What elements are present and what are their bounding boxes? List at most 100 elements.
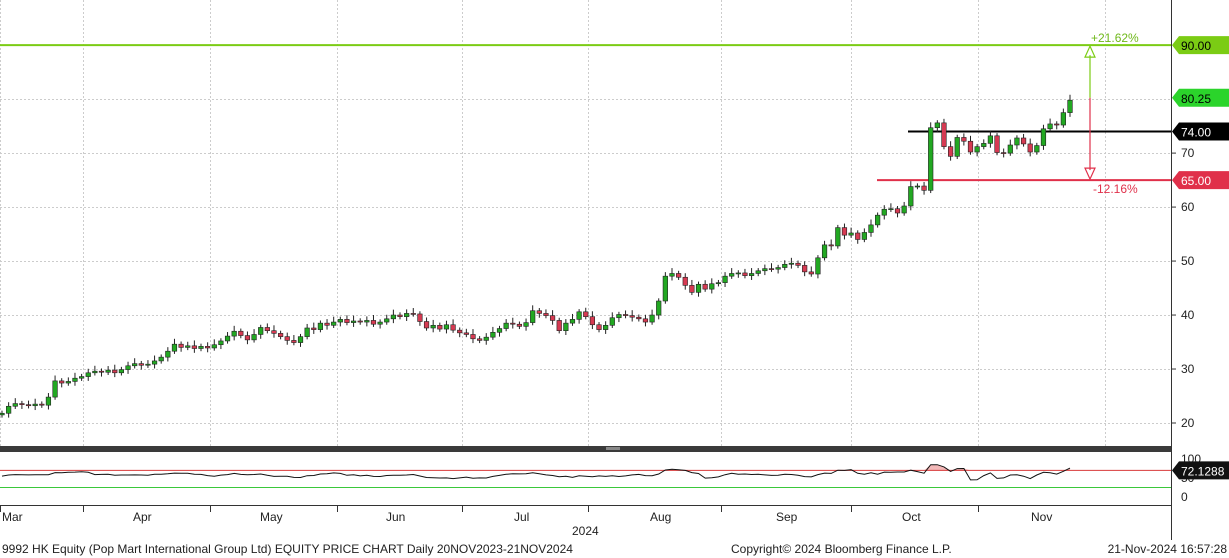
candle-body [908,186,914,207]
footer-timestamp: 21-Nov-2024 16:57:28 [1107,542,1227,556]
candle-body [881,208,887,216]
candle-body [337,319,343,323]
candle-body [1067,99,1073,113]
candle-body [503,322,509,329]
candle-body [238,330,244,336]
candle [941,118,947,150]
candle-body [695,283,702,293]
candle-body [510,322,516,325]
candle-body [669,273,675,277]
candle-body [218,340,224,346]
candle [954,134,960,160]
candle-body [317,322,324,330]
x-month-label: Jun [386,510,405,524]
candle-body [311,327,317,330]
candle-body [291,340,297,343]
candle-body [118,369,125,374]
candle-body [165,350,171,358]
footer-title: 9992 HK Equity (Pop Mart International G… [2,542,573,556]
y-tick-label: 70 [1181,146,1195,160]
candle-body [251,334,257,341]
candle-body [861,232,867,240]
candle-body [622,314,629,316]
candle-body [224,335,231,342]
candle-body [795,262,801,266]
candle-body [549,315,556,321]
candle-body [304,327,310,337]
y-tick-label: 30 [1181,362,1195,376]
candle-body [470,334,476,340]
candle-body [1014,137,1020,146]
candle-body [284,336,290,341]
candle-body [642,318,649,323]
candle-body [377,321,383,325]
candle-body [205,346,211,349]
candle-body [158,356,164,362]
candle-body [417,313,423,322]
chart-footer: 9992 HK Equity (Pop Mart International G… [0,540,1229,558]
candle [994,133,1000,156]
y-tick-label: 60 [1181,200,1195,214]
candle-body [19,403,25,405]
candle-body [808,271,814,275]
target-low-tag: 65.00 [1172,171,1229,190]
candle-body [603,324,609,330]
candle-body [430,324,436,329]
candle-body [79,376,85,379]
candle-body [437,324,443,330]
candle-body [483,336,489,341]
candle-body [662,275,668,302]
rsi-tick-label: 0 [1181,490,1188,504]
candle-body [616,314,622,319]
candle-body [145,363,151,366]
price-chart: +21.62%-12.16% 203040506070050100MarAprM… [0,0,1229,540]
candle-body [490,332,496,338]
reference-tag: 74.00 [1172,122,1229,141]
candle-body [875,214,881,226]
candle-body [589,316,595,326]
candle-body [629,315,635,318]
target-high-tag: 90.00 [1172,36,1229,55]
candle-body [72,377,78,382]
candle-body [397,314,403,317]
candle-body [331,321,337,326]
y-tick-label: 40 [1181,308,1195,322]
candle-body [463,332,469,335]
candle-body [1020,137,1027,145]
x-year-label: 2024 [572,524,599,538]
candle-body [231,330,237,337]
candle-body [258,327,264,335]
candle-body [702,283,708,290]
candle-body [768,268,775,270]
candle-body [821,244,828,259]
candle-body [364,320,370,323]
candle-body [1047,123,1053,130]
candle-body [556,320,562,331]
candle-body [967,140,974,153]
candle-body [709,283,715,290]
last-price-tag: 80.25 [1172,88,1229,107]
candle-body [748,273,755,276]
candle-body [682,276,688,286]
candle-body [1001,152,1007,154]
last-price-tag-text: 80.25 [1181,92,1211,106]
chart-background [0,0,1229,540]
candle-body [244,335,251,341]
candle-body [941,122,947,147]
candle-body [1060,112,1066,126]
candle-body [596,324,602,330]
reference-tag-text: 74.00 [1181,126,1211,140]
candle-body [894,208,901,214]
candle-body [178,343,184,348]
x-month-label: Apr [133,510,152,524]
rsi-value-tag-text: 72.1288 [1181,464,1225,478]
candle-body [981,143,987,147]
candle-body [264,327,270,331]
candle-body [12,403,18,407]
candle-body [576,311,582,320]
candle-body [848,232,854,236]
candle-body [324,322,330,326]
target-low-tag-text: 65.00 [1181,174,1211,188]
x-month-label: Sep [776,510,798,524]
candle-body [0,412,5,416]
